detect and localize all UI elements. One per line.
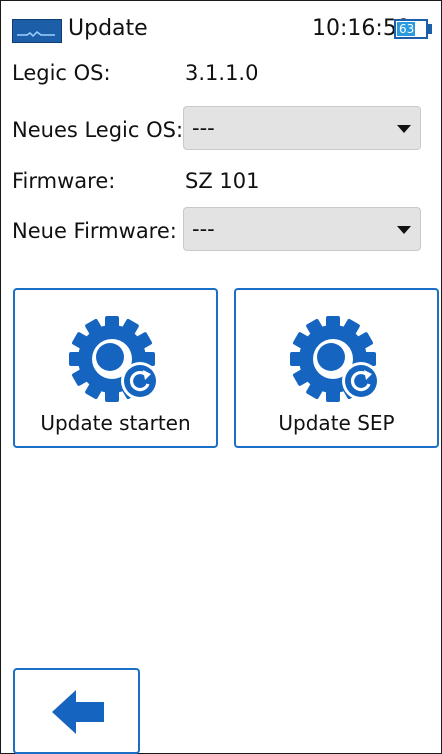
gear-refresh-icon [289,316,380,402]
update-start-button[interactable]: Update starten [13,288,218,448]
chevron-down-icon [397,125,411,133]
battery-level: 63 [399,22,415,36]
header-bar: Update 10:16:59 63 [0,0,442,58]
legic-os-label: Legic OS: [12,61,111,85]
page-title: Update [68,16,148,41]
battery-cap [428,24,432,34]
new-legic-os-selected: --- [192,116,215,140]
update-sep-button[interactable]: Update SEP [234,288,439,448]
new-firmware-selected: --- [192,217,215,241]
gear-refresh-icon [68,316,159,402]
new-firmware-label: Neue Firmware: [12,219,177,243]
legic-os-value: 3.1.1.0 [185,61,259,85]
new-legic-os-dropdown[interactable]: --- [183,106,421,150]
firmware-label: Firmware: [12,169,116,193]
new-firmware-dropdown[interactable]: --- [183,207,421,251]
chevron-down-icon [397,226,411,234]
waveform-logo-icon [12,19,62,43]
back-button[interactable] [13,668,140,754]
battery-icon: 63 [394,19,428,39]
update-sep-label: Update SEP [278,411,395,435]
new-legic-os-label: Neues Legic OS: [12,118,184,142]
arrow-left-icon [52,690,104,734]
update-start-label: Update starten [40,411,191,435]
firmware-value: SZ 101 [185,169,260,193]
